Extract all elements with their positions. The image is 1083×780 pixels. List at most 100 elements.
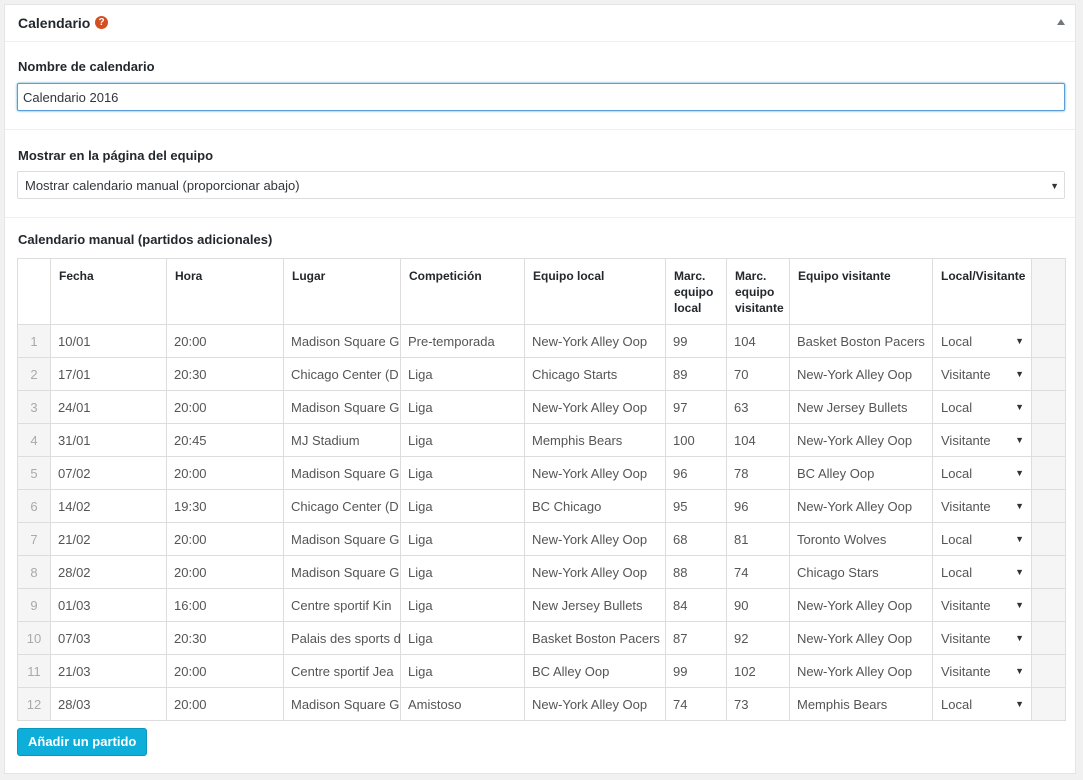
home-score-cell[interactable]: 88 xyxy=(665,555,727,589)
date-cell[interactable]: 07/03 xyxy=(50,621,167,655)
home-team-cell[interactable]: New-York Alley Oop xyxy=(524,555,666,589)
competition-cell[interactable]: Liga xyxy=(400,390,525,424)
venue-cell[interactable]: Centre sportif Jea xyxy=(283,654,401,688)
away-team-cell[interactable]: New-York Alley Oop xyxy=(789,588,933,622)
home-score-cell[interactable]: 96 xyxy=(665,456,727,490)
date-cell[interactable]: 28/02 xyxy=(50,555,167,589)
date-cell[interactable]: 07/02 xyxy=(50,456,167,490)
away-score-cell[interactable]: 104 xyxy=(726,423,790,457)
venue-cell[interactable]: Madison Square G xyxy=(283,687,401,721)
competition-cell[interactable]: Liga xyxy=(400,621,525,655)
home-score-cell[interactable]: 87 xyxy=(665,621,727,655)
away-score-cell[interactable]: 63 xyxy=(726,390,790,424)
time-cell[interactable]: 20:00 xyxy=(166,654,284,688)
home-team-cell[interactable]: BC Alley Oop xyxy=(524,654,666,688)
away-team-cell[interactable]: New-York Alley Oop xyxy=(789,654,933,688)
home-away-select[interactable]: Local ▼ xyxy=(932,687,1032,721)
home-score-cell[interactable]: 68 xyxy=(665,522,727,556)
time-cell[interactable]: 20:45 xyxy=(166,423,284,457)
away-team-cell[interactable]: New Jersey Bullets xyxy=(789,390,933,424)
away-score-cell[interactable]: 92 xyxy=(726,621,790,655)
home-team-cell[interactable]: New-York Alley Oop xyxy=(524,522,666,556)
date-cell[interactable]: 31/01 xyxy=(50,423,167,457)
venue-cell[interactable]: Madison Square G xyxy=(283,390,401,424)
competition-cell[interactable]: Liga xyxy=(400,654,525,688)
time-cell[interactable]: 20:00 xyxy=(166,456,284,490)
venue-cell[interactable]: MJ Stadium xyxy=(283,423,401,457)
date-cell[interactable]: 10/01 xyxy=(50,324,167,358)
home-away-select[interactable]: Local ▼ xyxy=(932,522,1032,556)
away-score-cell[interactable]: 90 xyxy=(726,588,790,622)
home-score-cell[interactable]: 97 xyxy=(665,390,727,424)
venue-cell[interactable]: Chicago Center (D xyxy=(283,489,401,523)
home-team-cell[interactable]: New-York Alley Oop xyxy=(524,390,666,424)
home-away-select[interactable]: Visitante ▼ xyxy=(932,621,1032,655)
home-score-cell[interactable]: 100 xyxy=(665,423,727,457)
away-score-cell[interactable]: 104 xyxy=(726,324,790,358)
home-score-cell[interactable]: 74 xyxy=(665,687,727,721)
venue-cell[interactable]: Madison Square G xyxy=(283,324,401,358)
competition-cell[interactable]: Liga xyxy=(400,357,525,391)
date-cell[interactable]: 21/03 xyxy=(50,654,167,688)
time-cell[interactable]: 16:00 xyxy=(166,588,284,622)
home-away-select[interactable]: Visitante ▼ xyxy=(932,489,1032,523)
time-cell[interactable]: 19:30 xyxy=(166,489,284,523)
competition-cell[interactable]: Pre-temporada xyxy=(400,324,525,358)
time-cell[interactable]: 20:00 xyxy=(166,324,284,358)
away-team-cell[interactable]: New-York Alley Oop xyxy=(789,423,933,457)
away-score-cell[interactable]: 78 xyxy=(726,456,790,490)
venue-cell[interactable]: Madison Square G xyxy=(283,456,401,490)
calendar-name-input[interactable] xyxy=(17,83,1065,111)
time-cell[interactable]: 20:00 xyxy=(166,555,284,589)
home-away-select[interactable]: Visitante ▼ xyxy=(932,357,1032,391)
home-away-select[interactable]: Local ▼ xyxy=(932,390,1032,424)
home-score-cell[interactable]: 99 xyxy=(665,324,727,358)
home-team-cell[interactable]: New Jersey Bullets xyxy=(524,588,666,622)
home-score-cell[interactable]: 95 xyxy=(665,489,727,523)
away-team-cell[interactable]: Basket Boston Pacers xyxy=(789,324,933,358)
home-away-select[interactable]: Local ▼ xyxy=(932,555,1032,589)
venue-cell[interactable]: Madison Square G xyxy=(283,522,401,556)
venue-cell[interactable]: Centre sportif Kin xyxy=(283,588,401,622)
venue-cell[interactable]: Palais des sports d xyxy=(283,621,401,655)
away-team-cell[interactable]: Toronto Wolves xyxy=(789,522,933,556)
away-team-cell[interactable]: New-York Alley Oop xyxy=(789,621,933,655)
date-cell[interactable]: 28/03 xyxy=(50,687,167,721)
home-away-select[interactable]: Visitante ▼ xyxy=(932,654,1032,688)
home-team-cell[interactable]: Chicago Starts xyxy=(524,357,666,391)
home-team-cell[interactable]: New-York Alley Oop xyxy=(524,456,666,490)
away-team-cell[interactable]: Chicago Stars xyxy=(789,555,933,589)
home-away-select[interactable]: Local ▼ xyxy=(932,456,1032,490)
competition-cell[interactable]: Amistoso xyxy=(400,687,525,721)
time-cell[interactable]: 20:00 xyxy=(166,390,284,424)
home-score-cell[interactable]: 84 xyxy=(665,588,727,622)
competition-cell[interactable]: Liga xyxy=(400,489,525,523)
away-score-cell[interactable]: 96 xyxy=(726,489,790,523)
display-select[interactable]: Mostrar calendario manual (proporcionar … xyxy=(17,171,1065,199)
away-score-cell[interactable]: 81 xyxy=(726,522,790,556)
date-cell[interactable]: 24/01 xyxy=(50,390,167,424)
home-team-cell[interactable]: Memphis Bears xyxy=(524,423,666,457)
venue-cell[interactable]: Madison Square G xyxy=(283,555,401,589)
panel-header[interactable]: Calendario ? xyxy=(5,5,1075,42)
home-score-cell[interactable]: 89 xyxy=(665,357,727,391)
add-match-button[interactable]: Añadir un partido xyxy=(17,728,148,756)
home-score-cell[interactable]: 99 xyxy=(665,654,727,688)
time-cell[interactable]: 20:00 xyxy=(166,687,284,721)
away-team-cell[interactable]: BC Alley Oop xyxy=(789,456,933,490)
question-icon[interactable]: ? xyxy=(95,16,108,29)
away-score-cell[interactable]: 73 xyxy=(726,687,790,721)
venue-cell[interactable]: Chicago Center (D xyxy=(283,357,401,391)
home-away-select[interactable]: Local ▼ xyxy=(932,324,1032,358)
competition-cell[interactable]: Liga xyxy=(400,588,525,622)
away-team-cell[interactable]: New-York Alley Oop xyxy=(789,489,933,523)
competition-cell[interactable]: Liga xyxy=(400,555,525,589)
time-cell[interactable]: 20:00 xyxy=(166,522,284,556)
away-score-cell[interactable]: 102 xyxy=(726,654,790,688)
triangle-up-icon[interactable] xyxy=(1057,19,1065,25)
home-team-cell[interactable]: New-York Alley Oop xyxy=(524,687,666,721)
away-score-cell[interactable]: 74 xyxy=(726,555,790,589)
home-away-select[interactable]: Visitante ▼ xyxy=(932,588,1032,622)
date-cell[interactable]: 17/01 xyxy=(50,357,167,391)
home-away-select[interactable]: Visitante ▼ xyxy=(932,423,1032,457)
